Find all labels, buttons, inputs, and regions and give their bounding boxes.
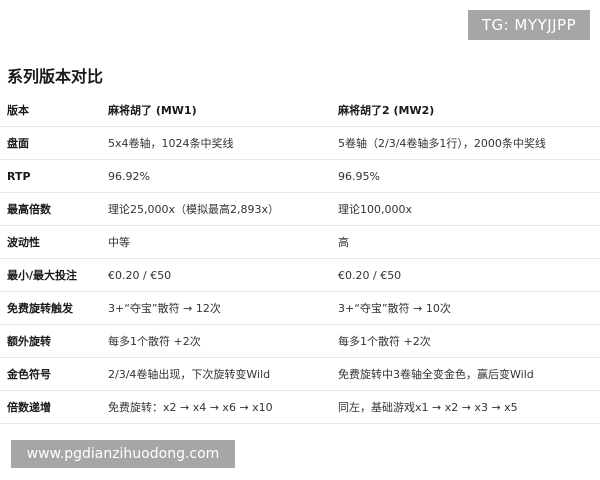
row-label: 最小/最大投注 <box>0 258 108 292</box>
mw2-cell: 同左，基础游戏x1 → x2 → x3 → x5 <box>338 390 600 424</box>
mw1-cell: €0.20 / €50 <box>108 258 338 292</box>
mw1-cell: 理论25,000x（模拟最高2,893x） <box>108 192 338 226</box>
mw1-cell: 96.92% <box>108 159 338 193</box>
mw2-cell: 96.95% <box>338 159 600 193</box>
table-row: 免费旋转触发 3+“夺宝”散符 → 12次 3+“夺宝”散符 → 10次 <box>0 291 600 325</box>
table-header-row: 版本 麻将胡了 (MW1) 麻将胡了2 (MW2) <box>0 94 600 127</box>
table-row: 金色符号 2/3/4卷轴出现，下次旋转变Wild 免费旋转中3卷轴全变金色，赢后… <box>0 357 600 391</box>
row-label: 波动性 <box>0 225 108 259</box>
table-row: 额外旋转 每多1个散符 +2次 每多1个散符 +2次 <box>0 324 600 358</box>
table-row: 波动性 中等 高 <box>0 225 600 259</box>
watermark-tg-label: TG: MYYJJPP <box>468 10 590 40</box>
mw2-cell: €0.20 / €50 <box>338 258 600 292</box>
section-title: 系列版本对比 <box>7 67 104 86</box>
row-label: 盘面 <box>0 126 108 160</box>
mw2-cell: 高 <box>338 225 600 259</box>
mw2-cell: 5卷轴（2/3/4卷轴多1行），2000条中奖线 <box>338 126 600 160</box>
table-row: 最高倍数 理论25,000x（模拟最高2,893x） 理论100,000x <box>0 192 600 226</box>
mw2-cell: 免费旋转中3卷轴全变金色，赢后变Wild <box>338 357 600 391</box>
mw2-cell: 理论100,000x <box>338 192 600 226</box>
mw1-cell: 5x4卷轴，1024条中奖线 <box>108 126 338 160</box>
mw1-cell: 2/3/4卷轴出现，下次旋转变Wild <box>108 357 338 391</box>
mw1-cell: 免费旋转：x2 → x4 → x6 → x10 <box>108 390 338 424</box>
version-comparison-table: 版本 麻将胡了 (MW1) 麻将胡了2 (MW2) 盘面 5x4卷轴，1024条… <box>0 94 600 424</box>
mw1-cell: 每多1个散符 +2次 <box>108 324 338 358</box>
row-label: 最高倍数 <box>0 192 108 226</box>
mw1-cell: 中等 <box>108 225 338 259</box>
row-label: 金色符号 <box>0 357 108 391</box>
mw2-cell: 3+“夺宝”散符 → 10次 <box>338 291 600 325</box>
row-label: 额外旋转 <box>0 324 108 358</box>
row-label: RTP <box>0 159 108 193</box>
mw2-cell: 每多1个散符 +2次 <box>338 324 600 358</box>
watermark-url-label: www.pgdianzihuodong.com <box>11 440 235 468</box>
table-row: 最小/最大投注 €0.20 / €50 €0.20 / €50 <box>0 258 600 292</box>
table-row: 倍数递增 免费旋转：x2 → x4 → x6 → x10 同左，基础游戏x1 →… <box>0 390 600 424</box>
mw1-cell: 3+“夺宝”散符 → 12次 <box>108 291 338 325</box>
table-row: RTP 96.92% 96.95% <box>0 159 600 193</box>
table-row: 盘面 5x4卷轴，1024条中奖线 5卷轴（2/3/4卷轴多1行），2000条中… <box>0 126 600 160</box>
header-version: 版本 <box>0 94 108 127</box>
header-mw2: 麻将胡了2 (MW2) <box>338 94 600 127</box>
row-label: 免费旋转触发 <box>0 291 108 325</box>
row-label: 倍数递增 <box>0 390 108 424</box>
header-mw1: 麻将胡了 (MW1) <box>108 94 338 127</box>
